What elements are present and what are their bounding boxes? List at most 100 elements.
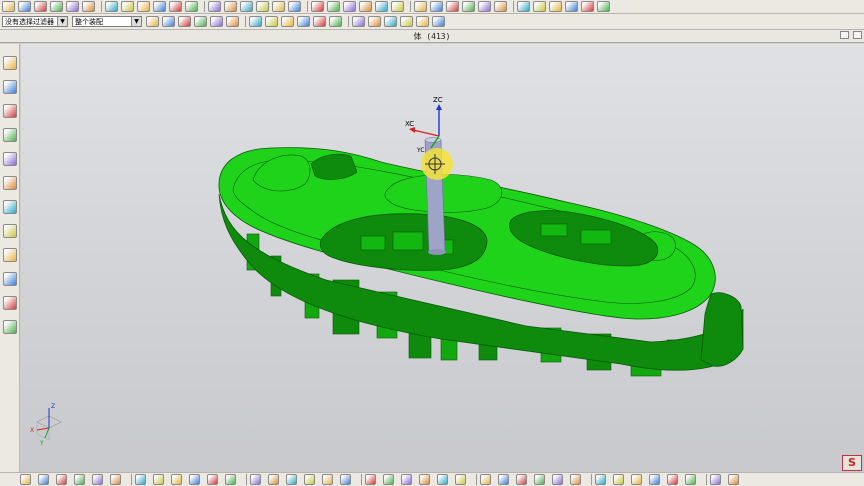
box-icon[interactable]	[249, 16, 262, 27]
draft-icon[interactable]	[137, 1, 150, 12]
replace-icon[interactable]	[478, 1, 491, 12]
part-model-view[interactable]: ZC XC YC Z X Y	[21, 44, 864, 472]
snap-icon[interactable]	[146, 16, 159, 27]
solid-icon[interactable]	[534, 474, 545, 485]
cube-icon[interactable]	[82, 1, 95, 12]
point-icon[interactable]	[311, 1, 324, 12]
type-filter-dropdown[interactable]: 没有选择过滤器 ▼	[2, 16, 68, 27]
mesh-icon[interactable]	[552, 474, 563, 485]
plane-snap-icon[interactable]	[286, 474, 297, 485]
web-icon[interactable]	[2, 200, 17, 214]
layer-icon[interactable]	[210, 16, 223, 27]
csys-icon[interactable]	[327, 1, 340, 12]
shade-icon[interactable]	[533, 1, 546, 12]
extrude-icon[interactable]	[178, 16, 191, 27]
delete-icon[interactable]	[462, 1, 475, 12]
expression-icon[interactable]	[329, 16, 342, 27]
end-icon[interactable]	[207, 474, 218, 485]
layer-icon[interactable]	[66, 1, 79, 12]
join-icon[interactable]	[365, 474, 376, 485]
hole-icon[interactable]	[121, 1, 134, 12]
measure-icon[interactable]	[352, 16, 365, 27]
history-icon[interactable]	[2, 128, 17, 142]
plane-icon[interactable]	[416, 16, 429, 27]
reuse-icon[interactable]	[2, 248, 17, 262]
sketch-icon[interactable]	[18, 1, 31, 12]
point-snap-icon[interactable]	[74, 474, 85, 485]
part-icon[interactable]	[2, 152, 17, 166]
curve-icon[interactable]	[56, 474, 67, 485]
draft-icon[interactable]	[281, 16, 294, 27]
grid-icon[interactable]	[368, 16, 381, 27]
offset-face-icon[interactable]	[419, 474, 430, 485]
wireframe-icon[interactable]	[549, 1, 562, 12]
group-icon[interactable]	[297, 16, 310, 27]
midpoint-icon[interactable]	[92, 474, 103, 485]
view-icon[interactable]	[494, 1, 507, 12]
vertex-icon[interactable]	[250, 474, 261, 485]
grid-snap-icon[interactable]	[268, 474, 279, 485]
render-icon[interactable]	[517, 1, 530, 12]
curvature-icon[interactable]	[649, 474, 660, 485]
trim-icon[interactable]	[391, 1, 404, 12]
body-icon[interactable]	[480, 474, 491, 485]
sheet-icon[interactable]	[516, 474, 527, 485]
bounded-icon[interactable]	[304, 474, 315, 485]
intersect-icon[interactable]	[153, 474, 164, 485]
assembly-icon[interactable]	[2, 56, 17, 70]
rotate-icon[interactable]	[581, 1, 594, 12]
shell-icon[interactable]	[343, 1, 356, 12]
align-icon[interactable]	[384, 16, 397, 27]
clearance-icon[interactable]	[728, 474, 739, 485]
navigator-icon[interactable]	[2, 80, 17, 94]
center-icon[interactable]	[110, 474, 121, 485]
quadrant-icon[interactable]	[135, 474, 146, 485]
expression-icon[interactable]	[185, 1, 198, 12]
chevron-down-icon[interactable]: ▼	[131, 17, 141, 26]
extend-icon[interactable]	[322, 474, 333, 485]
group-icon[interactable]	[153, 1, 166, 12]
clock-icon[interactable]	[2, 224, 17, 238]
snap-icon[interactable]	[2, 1, 15, 12]
clip-icon[interactable]	[595, 474, 606, 485]
surface-icon[interactable]	[455, 474, 466, 485]
chamfer-icon[interactable]	[446, 1, 459, 12]
offset-icon[interactable]	[414, 1, 427, 12]
axis-icon[interactable]	[288, 1, 301, 12]
chevron-down-icon[interactable]: ▼	[57, 17, 67, 26]
color-icon[interactable]	[50, 1, 63, 12]
blend-icon[interactable]	[430, 1, 443, 12]
region-icon[interactable]	[437, 474, 448, 485]
thickness-icon[interactable]	[685, 474, 696, 485]
restore-icon[interactable]	[840, 31, 849, 39]
grid-icon[interactable]	[224, 1, 237, 12]
maximize-icon[interactable]	[853, 31, 862, 39]
sync-icon[interactable]	[313, 16, 326, 27]
graphics-viewport[interactable]: ZC XC YC Z X Y	[21, 44, 864, 472]
interference-icon[interactable]	[710, 474, 721, 485]
plane-icon[interactable]	[272, 1, 285, 12]
constraint-icon[interactable]	[2, 104, 17, 118]
mirror-icon[interactable]	[359, 1, 372, 12]
palette-icon[interactable]	[2, 272, 17, 286]
hole-icon[interactable]	[265, 16, 278, 27]
existing-icon[interactable]	[225, 474, 236, 485]
feature-icon[interactable]	[498, 474, 509, 485]
pan-icon[interactable]	[597, 1, 610, 12]
assembly-scope-dropdown[interactable]: 整个装配 ▼	[72, 16, 142, 27]
deviation-icon[interactable]	[631, 474, 642, 485]
analysis-icon[interactable]	[613, 474, 624, 485]
edge-icon[interactable]	[38, 474, 49, 485]
fit-icon[interactable]	[401, 474, 412, 485]
system-icon[interactable]	[2, 320, 17, 334]
transform-icon[interactable]	[400, 16, 413, 27]
align-icon[interactable]	[240, 1, 253, 12]
pattern-icon[interactable]	[375, 1, 388, 12]
measure-icon[interactable]	[208, 1, 221, 12]
arc-icon[interactable]	[189, 474, 200, 485]
face-icon[interactable]	[20, 474, 31, 485]
sync-icon[interactable]	[169, 1, 182, 12]
extrude-icon[interactable]	[34, 1, 47, 12]
box-icon[interactable]	[105, 1, 118, 12]
tangent-icon[interactable]	[171, 474, 182, 485]
